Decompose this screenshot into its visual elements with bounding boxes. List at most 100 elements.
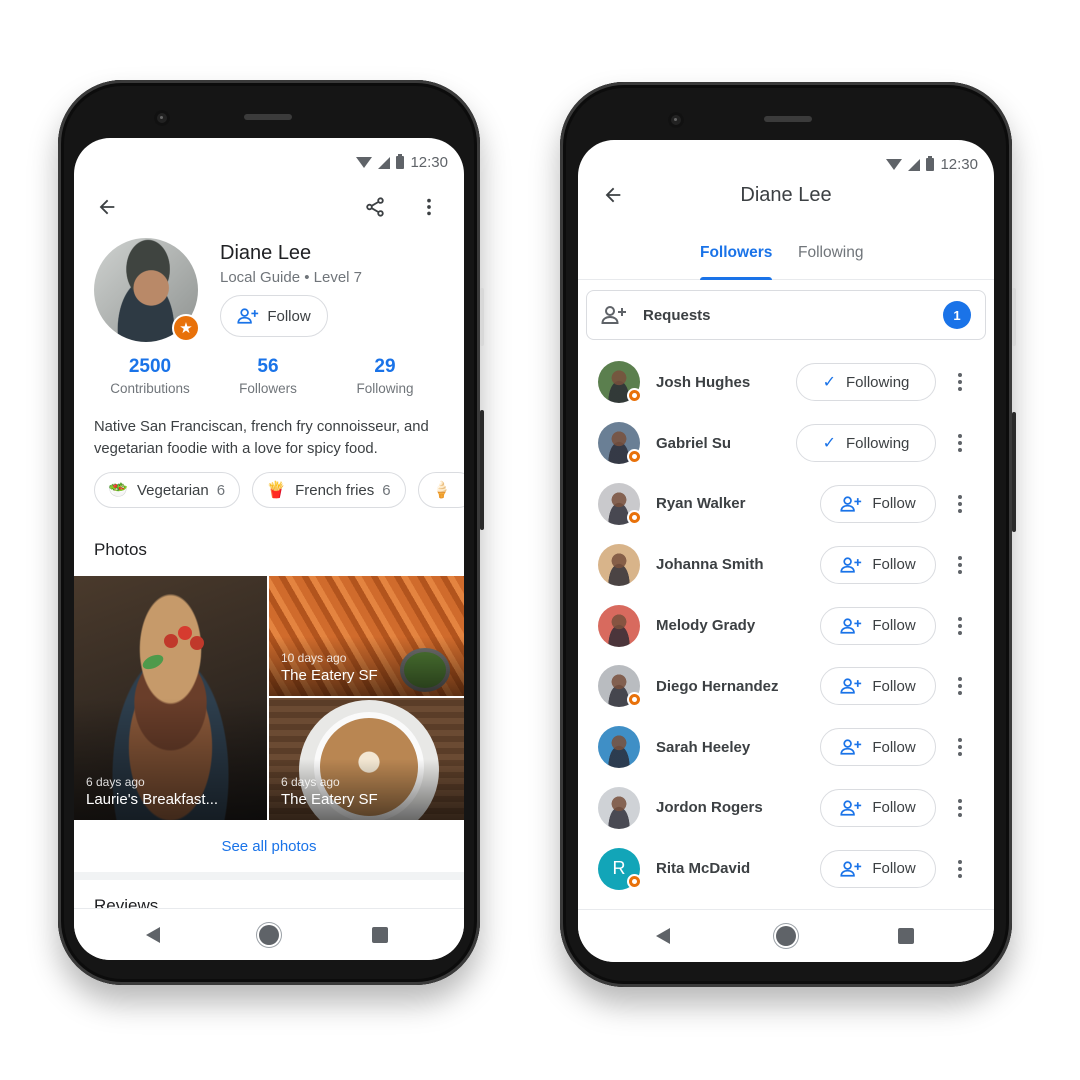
requests-row[interactable]: Requests 1 — [586, 290, 986, 340]
more-options-button[interactable] — [950, 550, 970, 580]
see-all-photos-link[interactable]: See all photos — [74, 820, 464, 872]
requests-count-badge: 1 — [943, 301, 971, 329]
nav-recents-icon[interactable] — [372, 927, 388, 943]
nav-back-icon[interactable] — [656, 928, 670, 944]
tab-bar: Followers Following — [578, 236, 994, 280]
photo-tile[interactable]: 6 days ago Laurie's Breakfast... — [74, 576, 267, 820]
photo-tile[interactable]: 10 days ago The Eatery SF — [269, 576, 464, 696]
more-vert-icon — [958, 448, 962, 453]
more-options-button[interactable] — [950, 489, 970, 519]
nav-home-icon[interactable] — [259, 925, 279, 945]
share-button[interactable] — [358, 190, 392, 224]
follower-row[interactable]: Johanna Smith Follow — [578, 534, 994, 595]
follow-button[interactable]: Follow — [820, 728, 936, 767]
follower-row[interactable]: Josh Hughes ✓ Following — [578, 352, 994, 413]
follow-button[interactable]: Follow — [820, 849, 936, 888]
more-options-button[interactable] — [950, 854, 970, 884]
button-label: Follow — [872, 799, 916, 817]
follower-name: Sarah Heeley — [656, 738, 751, 756]
follow-button[interactable]: Follow — [820, 606, 936, 645]
more-vert-icon — [958, 569, 962, 574]
follower-row[interactable]: Diego Hernandez Follow — [578, 656, 994, 717]
button-label: Follow — [872, 556, 916, 574]
more-vert-icon — [958, 798, 962, 803]
screen-title: Diane Lee — [740, 184, 832, 206]
follower-row[interactable]: Gabriel Su ✓ Following — [578, 413, 994, 474]
tab-followers[interactable]: Followers — [700, 244, 772, 262]
follower-row[interactable]: Ryan Walker Follow — [578, 474, 994, 535]
follower-row[interactable]: Sarah Heeley Follow — [578, 717, 994, 778]
chip-count: 6 — [382, 481, 391, 499]
more-vert-icon — [958, 508, 962, 513]
follower-row[interactable]: R Rita McDavid Follow — [578, 838, 994, 899]
nav-recents-icon[interactable] — [898, 928, 914, 944]
tab-following[interactable]: Following — [798, 244, 863, 262]
more-options-button[interactable] — [950, 611, 970, 641]
phone-followers: 12:30 Diane Lee Followers Following Requ… — [560, 82, 1016, 987]
chip-french-fries[interactable]: 🍟 French fries 6 — [252, 472, 406, 508]
photo-tile[interactable]: 6 days ago The Eatery SF — [269, 698, 464, 820]
chip-label: French fries — [295, 481, 375, 499]
volume-button — [1012, 412, 1016, 532]
follow-button[interactable]: Follow — [220, 295, 328, 337]
follow-button[interactable]: Follow — [820, 788, 936, 827]
local-guide-star-icon: ★ — [172, 314, 200, 342]
nav-back-icon[interactable] — [146, 927, 160, 943]
follower-name: Diego Hernandez — [656, 677, 779, 695]
stat-label: Contributions — [110, 381, 190, 396]
follower-name: Rita McDavid — [656, 860, 751, 878]
nav-home-icon[interactable] — [776, 926, 796, 946]
more-options-button[interactable] — [950, 367, 970, 397]
stat-label: Followers — [239, 381, 297, 396]
follow-button[interactable]: Follow — [820, 484, 936, 523]
requests-label: Requests — [643, 306, 711, 324]
more-vert-icon — [958, 501, 962, 506]
more-vert-icon — [427, 198, 431, 216]
person-add-icon — [840, 617, 862, 634]
local-guide-badge-icon — [627, 388, 642, 403]
follower-row[interactable]: Jordon Rogers Follow — [578, 778, 994, 839]
person-add-icon — [601, 306, 626, 324]
profile-name: Diane Lee — [220, 242, 312, 264]
chip-vegetarian[interactable]: 🥗 Vegetarian 6 — [94, 472, 241, 508]
avatar[interactable] — [598, 543, 640, 586]
button-label: Following — [846, 434, 910, 452]
follower-name: Jordon Rogers — [656, 799, 763, 817]
follow-button[interactable]: Follow — [820, 667, 936, 706]
more-options-button[interactable] — [950, 732, 970, 762]
person-add-icon — [840, 739, 862, 755]
more-options-button[interactable] — [950, 671, 970, 701]
stat-contributions[interactable]: 2500 Contributions — [90, 356, 210, 396]
more-options-button[interactable] — [950, 793, 970, 823]
chip-ice-cream[interactable]: 🍦 — [417, 472, 464, 508]
more-vert-icon — [958, 562, 962, 567]
profile-level: Local Guide • Level 7 — [220, 269, 363, 286]
local-guide-badge-icon — [627, 509, 642, 525]
more-options-button[interactable] — [412, 190, 446, 224]
following-button[interactable]: ✓ Following — [796, 363, 936, 402]
signal-icon — [908, 158, 921, 171]
following-button[interactable]: ✓ Following — [796, 424, 936, 463]
photo-place: The Eatery SF — [281, 667, 378, 684]
follower-name: Johanna Smith — [656, 556, 764, 574]
follow-button[interactable]: Follow — [820, 545, 936, 584]
follower-row[interactable]: Melody Grady Follow — [578, 595, 994, 656]
avatar[interactable] — [598, 726, 640, 769]
chip-label: Vegetarian — [137, 481, 209, 499]
photos-grid: 6 days ago Laurie's Breakfast... 10 days… — [74, 576, 464, 820]
back-button[interactable] — [90, 190, 124, 224]
more-options-button[interactable] — [950, 428, 970, 458]
stat-followers[interactable]: 56 Followers — [208, 356, 328, 396]
photo-caption: 6 days ago The Eatery SF — [281, 775, 378, 808]
more-vert-icon — [958, 630, 962, 635]
power-button — [480, 288, 484, 346]
more-vert-icon — [958, 752, 962, 757]
system-nav-bar — [74, 908, 464, 960]
photo-date: 6 days ago — [86, 775, 145, 789]
more-vert-icon — [958, 677, 962, 682]
stat-following[interactable]: 29 Following — [325, 356, 445, 396]
more-vert-icon — [958, 812, 962, 817]
more-vert-icon — [958, 555, 962, 560]
avatar[interactable] — [598, 786, 640, 829]
avatar[interactable] — [598, 604, 640, 647]
